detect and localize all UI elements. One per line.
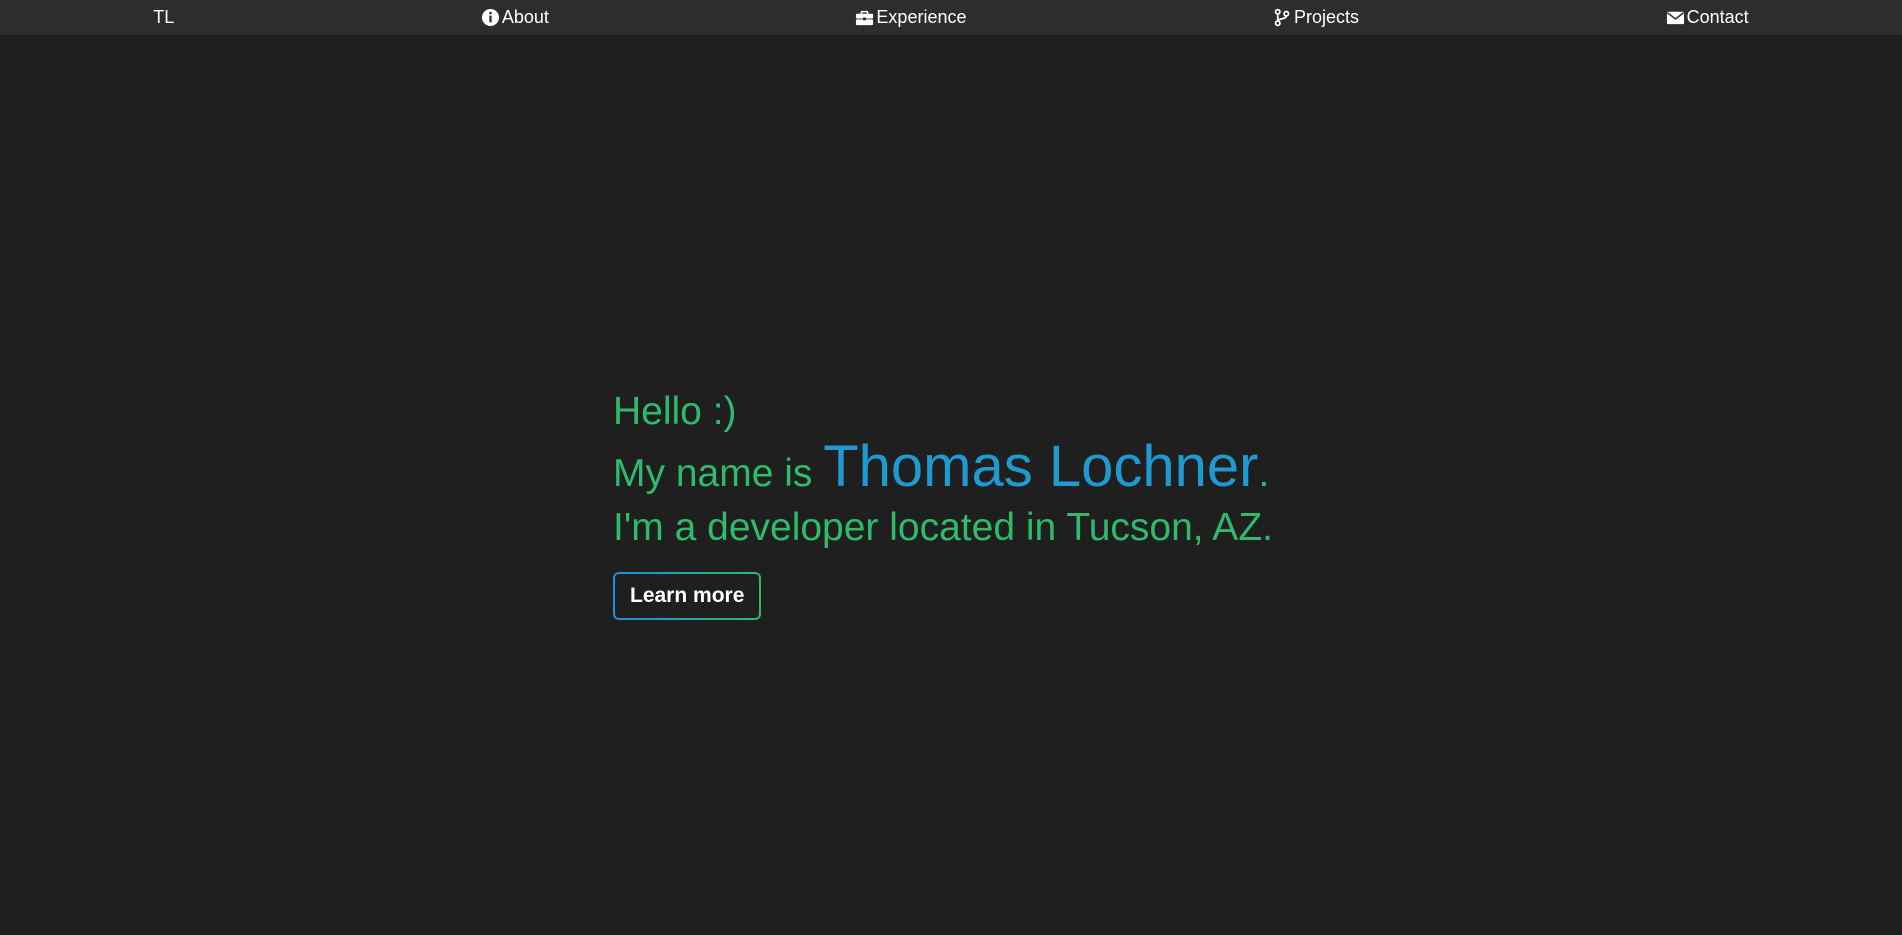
- navbar: TL About Experience Projects Contact: [0, 0, 1902, 35]
- nav-item-projects[interactable]: Projects: [1273, 7, 1359, 28]
- learn-more-button[interactable]: Learn more: [613, 572, 762, 620]
- nav-item-label: Experience: [876, 7, 967, 27]
- hero-greeting: Hello :): [613, 390, 737, 433]
- nav-brand[interactable]: TL: [153, 7, 174, 28]
- nav-item-contact[interactable]: Contact: [1666, 7, 1749, 28]
- hero-section: Hello :) My name is Thomas Lochner. I'm …: [613, 387, 1273, 620]
- name-suffix: .: [1258, 452, 1270, 495]
- learn-more-label: Learn more: [615, 574, 760, 618]
- nav-item-label: Contact: [1686, 7, 1749, 27]
- nav-item-label: Projects: [1294, 7, 1360, 27]
- brand-label: TL: [153, 7, 175, 27]
- info-circle-icon: [481, 8, 500, 27]
- hero-name: Thomas Lochner: [823, 434, 1259, 499]
- briefcase-icon: [855, 8, 874, 27]
- nav-item-experience[interactable]: Experience: [855, 7, 966, 28]
- nav-item-about[interactable]: About: [481, 7, 549, 28]
- nav-item-label: About: [501, 7, 549, 27]
- hero-tagline: I'm a developer located in Tucson, AZ.: [613, 506, 1273, 549]
- name-prefix: My name is: [613, 452, 824, 495]
- envelope-icon: [1666, 8, 1685, 27]
- hero-name-line: My name is Thomas Lochner.: [613, 437, 1273, 504]
- code-branch-icon: [1273, 8, 1292, 27]
